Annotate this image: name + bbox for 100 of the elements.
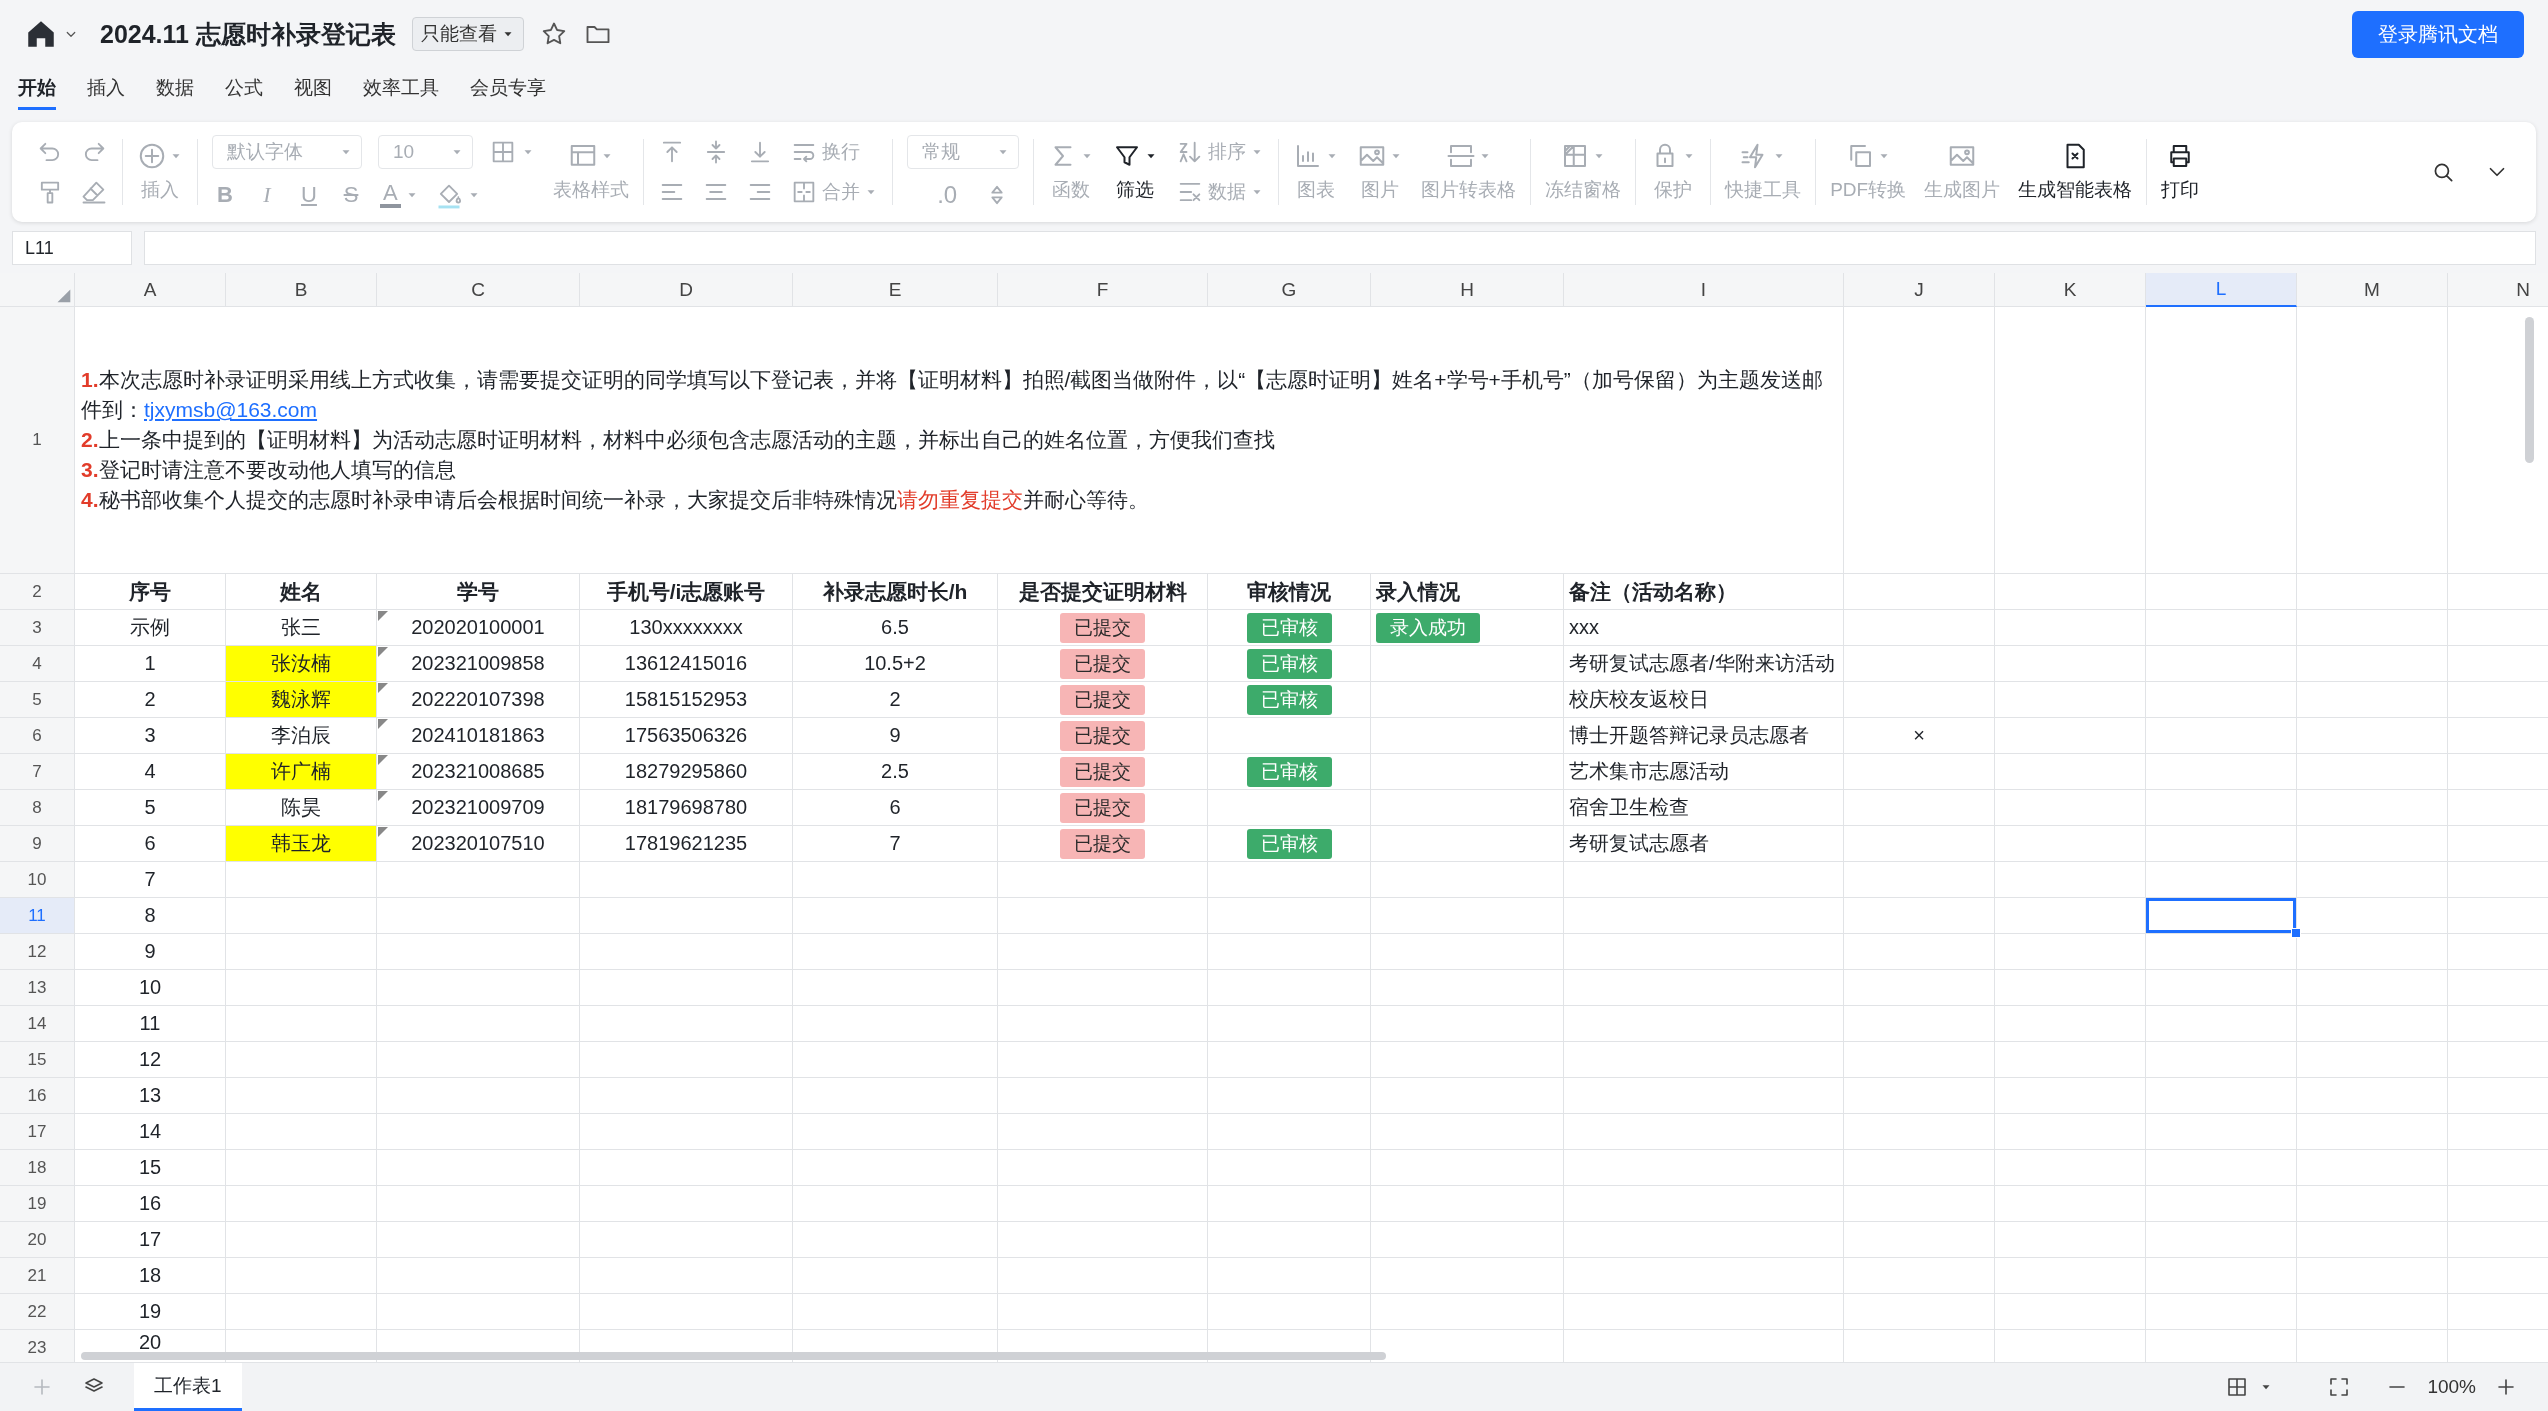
row-header[interactable]: 12 xyxy=(0,934,75,970)
instruction-paragraph: 1.本次志愿时补录证明采用线上方式收集，请需要提交证明的同学填写以下登记表，并将【证明材料】拍照/截图当做附件，以“【志愿时证明】姓名+学号+手机号”（加号保留）为主题发送邮件到：tjxymsb@163.com xyxy=(81,367,1824,423)
status-tag: 已审核 xyxy=(1246,756,1332,787)
login-button[interactable]: 登录腾讯文档 xyxy=(2352,10,2524,58)
row-header[interactable]: 19 xyxy=(0,1186,75,1222)
row-header[interactable]: 7 xyxy=(0,754,75,790)
menu-tab[interactable]: 效率工具 xyxy=(363,68,439,110)
row-header[interactable]: 18 xyxy=(0,1150,75,1186)
table-cell: 10.5+2 xyxy=(793,646,998,682)
row-header[interactable]: 3 xyxy=(0,610,75,646)
header-cell: 审核情况 xyxy=(1208,574,1371,610)
table-cell: 202020100001 xyxy=(377,610,580,646)
header-cell: 学号 xyxy=(377,574,580,610)
column-header[interactable]: D xyxy=(580,273,793,307)
column-header[interactable]: H xyxy=(1371,273,1564,307)
column-header[interactable]: B xyxy=(226,273,377,307)
sheet-tab[interactable]: 工作表1 xyxy=(134,1363,242,1411)
status-tag: 已审核 xyxy=(1246,612,1332,643)
row-header[interactable]: 11 xyxy=(0,898,75,934)
column-header[interactable]: E xyxy=(793,273,998,307)
row-header[interactable]: 16 xyxy=(0,1078,75,1114)
table-cell: 17819621235 xyxy=(580,826,793,862)
column-header[interactable]: C xyxy=(377,273,580,307)
menu-tab[interactable]: 公式 xyxy=(225,68,263,110)
column-header[interactable]: G xyxy=(1208,273,1371,307)
table-cell: 202320107510 xyxy=(377,826,580,862)
table-cell: 3 xyxy=(75,718,226,754)
header-cell: 姓名 xyxy=(226,574,377,610)
toolbar-button[interactable]: 打印 xyxy=(2161,141,2200,203)
name-box[interactable]: L11 xyxy=(12,231,132,265)
table-cell: 示例 xyxy=(75,610,226,646)
row-header[interactable]: 17 xyxy=(0,1114,75,1150)
column-header[interactable]: L xyxy=(2146,273,2297,307)
status-tag: 已审核 xyxy=(1246,648,1332,679)
table-cell: 130xxxxxxxx xyxy=(580,610,793,646)
status-tag: 录入成功 xyxy=(1376,612,1480,643)
row-header[interactable]: 10 xyxy=(0,862,75,898)
permission-dropdown[interactable]: 只能查看 xyxy=(411,17,524,51)
row-header[interactable]: 9 xyxy=(0,826,75,862)
table-cell: 许广楠 xyxy=(226,754,377,790)
header-cell: 备注（活动名称） xyxy=(1564,574,1844,610)
row-header[interactable]: 21 xyxy=(0,1258,75,1294)
table-cell: 17 xyxy=(75,1222,226,1258)
instruction-paragraph: 4.秘书部收集个人提交的志愿时补录申请后会根据时间统一补录，大家提交后非特殊情况请勿重复提交并耐心等待。 xyxy=(81,487,1149,513)
row-header[interactable]: 6 xyxy=(0,718,75,754)
row-header[interactable]: 15 xyxy=(0,1042,75,1078)
row-header[interactable]: 4 xyxy=(0,646,75,682)
menu-tab[interactable]: 开始 xyxy=(18,68,56,110)
menu-tab[interactable]: 插入 xyxy=(87,68,125,110)
scrollbar[interactable] xyxy=(2525,317,2534,463)
table-cell: 2.5 xyxy=(793,754,998,790)
status-tag: 已提交 xyxy=(1060,756,1145,787)
document-title: 2024.11 志愿时补录登记表 xyxy=(100,18,396,50)
row-header[interactable]: 14 xyxy=(0,1006,75,1042)
column-header[interactable]: K xyxy=(1995,273,2146,307)
status-tag: 已提交 xyxy=(1060,684,1145,715)
table-cell: 张汝楠 xyxy=(226,646,377,682)
status-tag: 已提交 xyxy=(1060,612,1145,643)
column-header[interactable]: F xyxy=(998,273,1208,307)
row-header[interactable]: 13 xyxy=(0,970,75,1006)
table-cell: 艺术集市志愿活动 xyxy=(1564,754,1844,790)
table-cell: 202410181863 xyxy=(377,718,580,754)
column-header[interactable]: A xyxy=(75,273,226,307)
fill-handle[interactable] xyxy=(2291,928,2301,938)
status-tag: 已提交 xyxy=(1060,648,1145,679)
row-header[interactable]: 5 xyxy=(0,682,75,718)
instruction-paragraph: 3.登记时请注意不要改动他人填写的信息 xyxy=(81,457,456,483)
row-header[interactable]: 1 xyxy=(0,307,75,574)
toolbar-button[interactable]: 筛选 xyxy=(1112,141,1159,203)
toolbar-button[interactable]: 生成智能表格 xyxy=(2018,141,2133,203)
table-cell: 202321008685 xyxy=(377,754,580,790)
column-header[interactable]: I xyxy=(1564,273,1844,307)
table-cell: 6 xyxy=(793,790,998,826)
header-cell: 是否提交证明材料 xyxy=(998,574,1208,610)
email-link[interactable]: tjxymsb@163.com xyxy=(144,398,318,421)
row-header[interactable]: 22 xyxy=(0,1294,75,1330)
table-cell: 宿舍卫生检查 xyxy=(1564,790,1844,826)
header-cell: 录入情况 xyxy=(1371,574,1564,610)
table-cell: 10 xyxy=(75,970,226,1006)
menu-tab[interactable]: 会员专享 xyxy=(470,68,546,110)
row-header[interactable]: 23 xyxy=(0,1330,75,1362)
row-header[interactable]: 2 xyxy=(0,574,75,610)
column-header[interactable]: J xyxy=(1844,273,1995,307)
formula-field[interactable] xyxy=(144,231,2536,265)
table-cell: 8 xyxy=(75,898,226,934)
column-header[interactable]: M xyxy=(2297,273,2448,307)
scrollbar[interactable] xyxy=(81,1352,1386,1360)
menu-tab[interactable]: 视图 xyxy=(294,68,332,110)
table-cell: 19 xyxy=(75,1294,226,1330)
row-header[interactable]: 8 xyxy=(0,790,75,826)
header-cell: 手机号/i志愿账号 xyxy=(580,574,793,610)
table-cell: 7 xyxy=(793,826,998,862)
instruction-paragraph: 2.上一条中提到的【证明材料】为活动志愿时证明材料，材料中必须包含志愿活动的主题，并标出自己的姓名位置，方便我们查找 xyxy=(81,427,1275,453)
status-tag: 已提交 xyxy=(1060,720,1145,751)
menu-tab[interactable]: 数据 xyxy=(156,68,194,110)
status-tag: 已审核 xyxy=(1246,684,1332,715)
status-tag: 已提交 xyxy=(1060,828,1145,859)
table-cell: 考研复试志愿者/华附来访活动 xyxy=(1564,646,1844,682)
table-cell: 18 xyxy=(75,1258,226,1294)
row-header[interactable]: 20 xyxy=(0,1222,75,1258)
